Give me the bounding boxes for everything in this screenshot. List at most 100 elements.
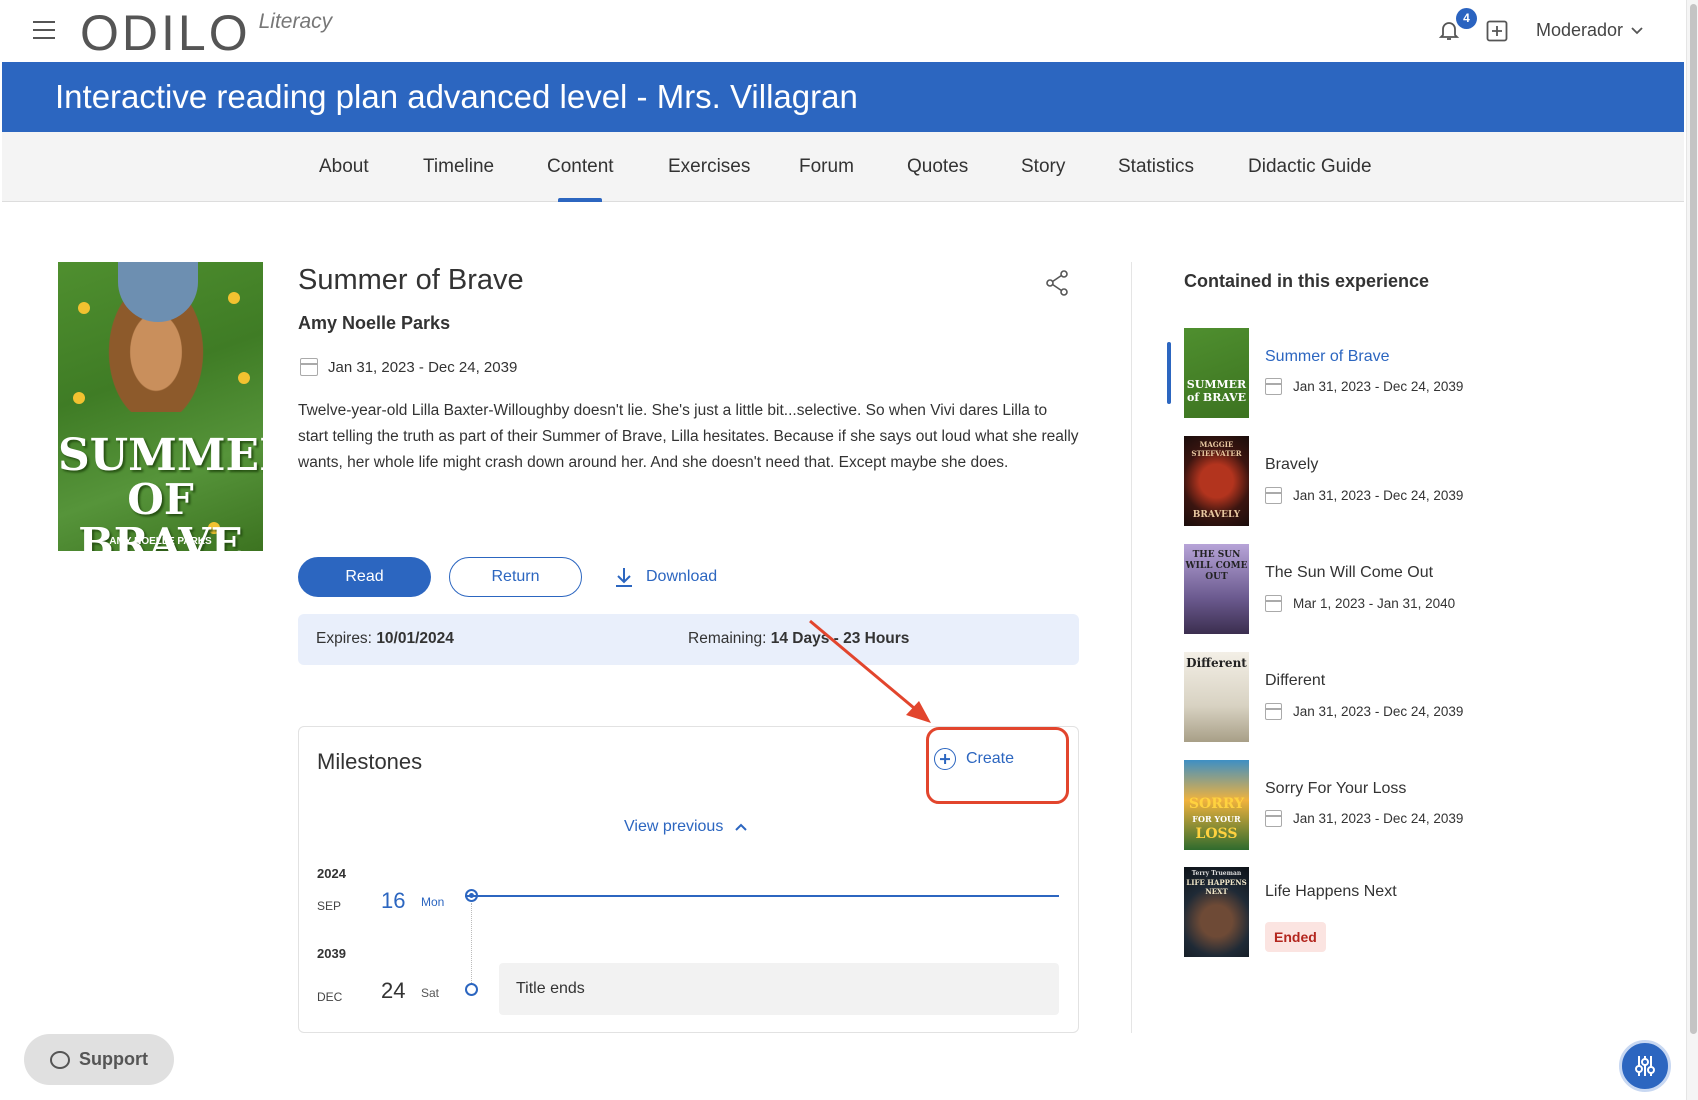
cover-flower xyxy=(73,392,85,404)
active-indicator xyxy=(1167,342,1171,404)
milestone-year: 2024 xyxy=(317,866,346,881)
book-title: Summer of Brave xyxy=(298,264,524,296)
contained-item[interactable]: Terry Trueman LIFE HAPPENS NEXT Life Hap… xyxy=(1184,867,1604,957)
book-cover: SUMMER OF BRAVE AMY NOELLE PARKS xyxy=(58,262,263,551)
milestone-year: 2039 xyxy=(317,946,346,961)
milestone-event[interactable]: Title ends xyxy=(499,963,1059,1015)
milestone-marker[interactable] xyxy=(465,983,478,996)
tab-forum[interactable]: Forum xyxy=(799,132,854,202)
thumbnail-text: SUMMER of BRAVE xyxy=(1186,378,1247,404)
contained-item[interactable]: SUMMER of BRAVE Summer of Brave Jan 31, … xyxy=(1184,328,1604,418)
book-thumbnail: Different xyxy=(1184,652,1249,742)
chat-icon xyxy=(50,1050,70,1069)
calendar-icon xyxy=(1265,595,1282,612)
status-badge: Ended xyxy=(1265,922,1326,952)
return-button[interactable]: Return xyxy=(449,557,582,597)
milestone-weekday: Sat xyxy=(421,986,440,1000)
contained-item-dates-text: Mar 1, 2023 - Jan 31, 2040 xyxy=(1293,596,1456,611)
tab-content[interactable]: Content xyxy=(547,132,614,202)
contained-item-dates: Jan 31, 2023 - Dec 24, 2039 xyxy=(1265,810,1463,827)
book-description: Twelve-year-old Lilla Baxter-Willoughby … xyxy=(298,402,1079,471)
annotation-highlight xyxy=(926,727,1069,804)
cover-flower xyxy=(228,292,240,304)
sliders-icon xyxy=(1635,1056,1655,1076)
milestone-month: DEC xyxy=(317,990,343,1004)
menu-icon[interactable] xyxy=(33,21,55,39)
thumbnail-text: THE SUN WILL COME OUT xyxy=(1185,550,1248,582)
contained-item-title: Summer of Brave xyxy=(1265,348,1390,365)
expires-label: Expires: xyxy=(316,630,372,647)
contained-item-dates: Jan 31, 2023 - Dec 24, 2039 xyxy=(1265,487,1463,504)
chevron-up-icon xyxy=(735,823,748,831)
thumbnail-author: Terry Trueman xyxy=(1191,870,1242,877)
thumbnail-text: LIFE HAPPENS NEXT xyxy=(1186,878,1247,896)
cover-flower xyxy=(238,372,250,384)
read-button[interactable]: Read xyxy=(298,557,431,597)
support-label: Support xyxy=(79,1049,148,1069)
thumbnail-text: SORRY xyxy=(1188,796,1245,812)
contained-item-dates: Jan 31, 2023 - Dec 24, 2039 xyxy=(1265,378,1463,395)
user-name: Moderador xyxy=(1536,20,1624,40)
share-icon[interactable] xyxy=(1045,270,1069,296)
tab-quotes[interactable]: Quotes xyxy=(907,132,968,202)
book-thumbnail: Terry Trueman LIFE HAPPENS NEXT xyxy=(1184,867,1249,957)
calendar-icon xyxy=(1265,810,1282,827)
logo[interactable]: ODILO Literacy xyxy=(80,5,333,61)
user-menu[interactable]: Moderador xyxy=(1536,20,1643,41)
cover-title-line-1: SUMMER xyxy=(58,430,263,481)
contained-item[interactable]: Different Different Jan 31, 2023 - Dec 2… xyxy=(1184,652,1604,742)
thumbnail-text: BRAVELY xyxy=(1192,510,1241,520)
scrollbar[interactable] xyxy=(1686,0,1698,1100)
scrollbar-thumb[interactable] xyxy=(1690,4,1697,1034)
contained-item-title: Different xyxy=(1265,672,1326,689)
book-dates: Jan 31, 2023 - Dec 24, 2039 xyxy=(300,358,517,376)
contained-item[interactable]: SORRY FOR YOUR LOSS Sorry For Your Loss … xyxy=(1184,760,1604,850)
tab-story[interactable]: Story xyxy=(1021,132,1065,202)
logo-text: ODILO xyxy=(80,5,251,61)
book-author: Amy Noelle Parks xyxy=(298,313,451,333)
add-icon[interactable] xyxy=(1486,20,1508,42)
tab-exercises[interactable]: Exercises xyxy=(668,132,750,202)
milestone-day: 16 xyxy=(381,888,406,913)
cover-flower xyxy=(78,302,90,314)
expires-value: 10/01/2024 xyxy=(376,630,454,647)
top-bar: ODILO Literacy 4 Moderador xyxy=(0,0,1698,62)
cover-author: AMY NOELLE PARKS xyxy=(109,536,212,547)
contained-item-dates: Mar 1, 2023 - Jan 31, 2040 xyxy=(1265,595,1455,612)
calendar-icon xyxy=(1265,378,1282,395)
annotation-arrow xyxy=(809,619,931,723)
milestone-day: 24 xyxy=(381,978,406,1003)
download-label: Download xyxy=(646,568,718,585)
view-previous-button[interactable]: View previous xyxy=(624,818,748,836)
loan-info: Expires: 10/01/2024 Remaining: 14 Days -… xyxy=(298,614,1079,665)
calendar-icon xyxy=(1265,703,1282,720)
tab-timeline[interactable]: Timeline xyxy=(423,132,494,202)
contained-item-title: Sorry For Your Loss xyxy=(1265,780,1407,797)
thumbnail-text: FOR YOUR xyxy=(1192,814,1241,824)
contained-item-dates-text: Jan 31, 2023 - Dec 24, 2039 xyxy=(1293,811,1464,826)
contained-item[interactable]: MAGGIE STIEFVATER BRAVELY Bravely Jan 31… xyxy=(1184,436,1604,526)
column-divider xyxy=(1131,262,1132,1033)
contained-item-dates-text: Jan 31, 2023 - Dec 24, 2039 xyxy=(1293,379,1464,394)
page-banner: Interactive reading plan advanced level … xyxy=(2,62,1684,132)
logo-subtitle: Literacy xyxy=(258,10,333,33)
download-button[interactable]: Download xyxy=(614,566,717,588)
timeline-connector xyxy=(471,903,472,983)
tab-about[interactable]: About xyxy=(319,132,369,202)
contained-title: Contained in this experience xyxy=(1184,271,1430,291)
page-title: Interactive reading plan advanced level … xyxy=(55,78,858,115)
book-thumbnail: MAGGIE STIEFVATER BRAVELY xyxy=(1184,436,1249,526)
accessibility-settings-button[interactable] xyxy=(1619,1040,1671,1092)
contained-item-title: Bravely xyxy=(1265,456,1319,473)
download-icon xyxy=(616,568,632,587)
book-thumbnail: SORRY FOR YOUR LOSS xyxy=(1184,760,1249,850)
calendar-icon xyxy=(300,358,318,376)
book-dates-text: Jan 31, 2023 - Dec 24, 2039 xyxy=(328,358,518,376)
tab-statistics[interactable]: Statistics xyxy=(1118,132,1194,202)
thumbnail-text: Different xyxy=(1186,656,1247,670)
expires-info: Expires: 10/01/2024 xyxy=(316,630,454,648)
contained-item-title: Life Happens Next xyxy=(1265,883,1397,900)
contained-item[interactable]: THE SUN WILL COME OUT The Sun Will Come … xyxy=(1184,544,1604,634)
tab-didactic-guide[interactable]: Didactic Guide xyxy=(1248,132,1372,202)
support-button[interactable]: Support xyxy=(24,1034,174,1085)
